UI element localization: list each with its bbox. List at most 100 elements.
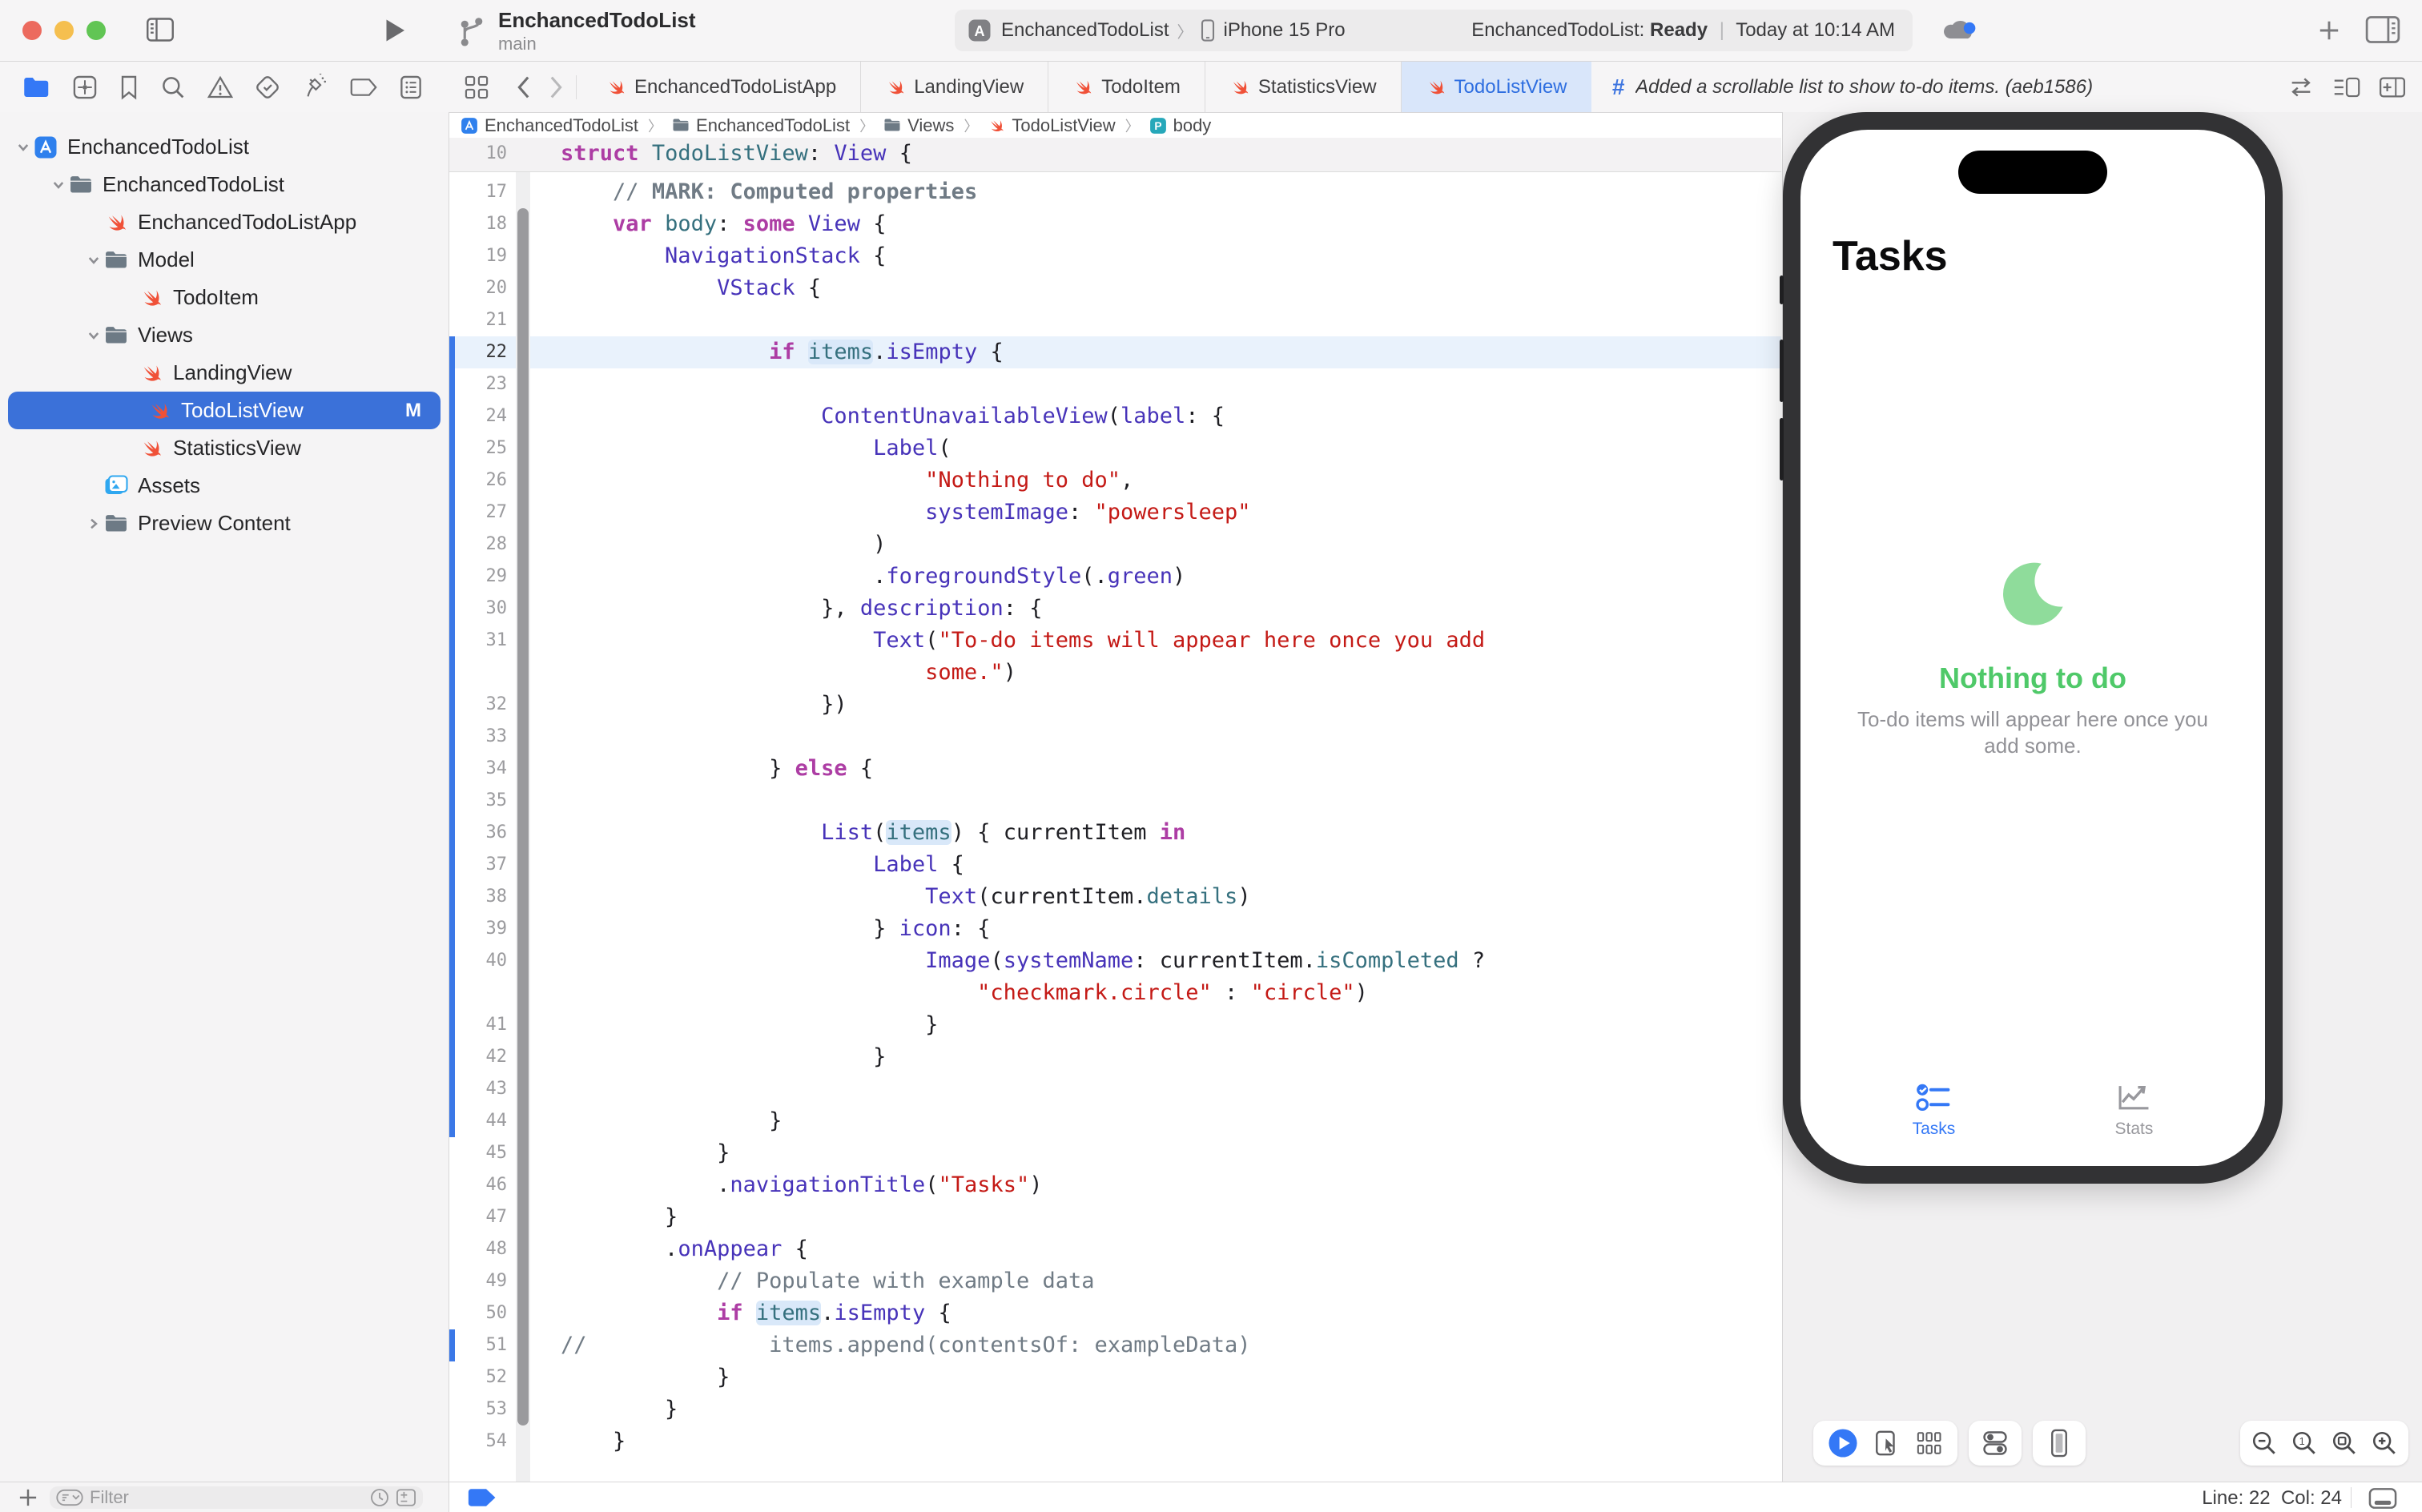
breadcrumb-item-todolistview[interactable]: TodoListView xyxy=(988,115,1115,136)
scheme-name[interactable]: EnchancedTodoList xyxy=(1001,19,1169,42)
source-editor[interactable]: 10struct TodoListView: View { 17 // MARK… xyxy=(449,138,1781,1482)
tests-navigator-icon[interactable] xyxy=(255,74,280,100)
code-line-34[interactable]: 34 } else { xyxy=(449,753,1781,785)
bookmarks-navigator-icon[interactable] xyxy=(119,74,139,100)
code-line-wrap[interactable]: "checkmark.circle" : "circle") xyxy=(449,977,1781,1009)
code-line-40[interactable]: 40 Image(systemName: currentItem.isCompl… xyxy=(449,945,1781,977)
code-line-32[interactable]: 32 }) xyxy=(449,689,1781,721)
add-tab-button[interactable] xyxy=(2316,18,2342,43)
code-line-22[interactable]: 22 if items.isEmpty { xyxy=(449,336,1781,368)
code-line-28[interactable]: 28 ) xyxy=(449,529,1781,561)
sidebar-item-statisticsview[interactable]: StatisticsView xyxy=(0,429,449,467)
sidebar-item-preview-content[interactable]: Preview Content xyxy=(0,505,449,542)
zoom-out-icon[interactable] xyxy=(2251,1430,2278,1457)
sidebar-item-model[interactable]: Model xyxy=(0,241,449,279)
code-line-10[interactable]: 10struct TodoListView: View { xyxy=(449,138,1781,170)
editor-only-layout-icon[interactable] xyxy=(2368,1486,2398,1510)
code-line-33[interactable]: 33 xyxy=(449,721,1781,753)
close-window-button[interactable] xyxy=(22,21,42,40)
debug-navigator-icon[interactable] xyxy=(301,74,328,101)
breadcrumb-item-body[interactable]: Pbody xyxy=(1149,115,1212,136)
sidebar-item-enchancedtodolist[interactable]: EnchancedTodoList xyxy=(0,128,449,166)
breadcrumb-item-views[interactable]: Views xyxy=(883,115,954,136)
code-line-17[interactable]: 17 // MARK: Computed properties xyxy=(449,176,1781,208)
code-line-52[interactable]: 52 } xyxy=(449,1361,1781,1393)
code-line-31[interactable]: 31 Text("To-do items will appear here on… xyxy=(449,625,1781,657)
run-button[interactable] xyxy=(383,17,407,44)
add-file-button[interactable] xyxy=(18,1487,38,1508)
run-destination[interactable]: iPhone 15 Pro xyxy=(1223,19,1345,42)
code-line-wrap[interactable]: some.") xyxy=(449,657,1781,689)
code-line-46[interactable]: 46 .navigationTitle("Tasks") xyxy=(449,1169,1781,1201)
variants-button[interactable] xyxy=(1916,1430,1943,1457)
code-line-38[interactable]: 38 Text(currentItem.details) xyxy=(449,881,1781,913)
code-line-21[interactable]: 21 xyxy=(449,304,1781,336)
code-line-49[interactable]: 49 // Populate with example data xyxy=(449,1265,1781,1297)
disclosure-chevron-icon[interactable] xyxy=(83,253,104,267)
breakpoints-navigator-icon[interactable] xyxy=(349,76,378,99)
code-line-36[interactable]: 36 List(items) { currentItem in xyxy=(449,817,1781,849)
source-control-history-tab[interactable]: # Added a scrollable list to show to-do … xyxy=(1591,74,2287,100)
disclosure-chevron-icon[interactable] xyxy=(83,328,104,343)
preview-device-button[interactable] xyxy=(2033,1421,2086,1466)
project-navigator-icon[interactable] xyxy=(22,75,51,99)
code-line-18[interactable]: 18 var body: some View { xyxy=(449,208,1781,240)
selectable-preview-button[interactable] xyxy=(1874,1430,1900,1457)
code-line-26[interactable]: 26 "Nothing to do", xyxy=(449,464,1781,497)
code-line-23[interactable]: 23 xyxy=(449,368,1781,400)
sidebar-item-enchancedtodolist[interactable]: EnchancedTodoList xyxy=(0,166,449,203)
phone-tab-tasks[interactable]: Tasks xyxy=(1913,1081,1956,1139)
tab-statisticsview[interactable]: StatisticsView xyxy=(1205,62,1402,112)
code-line-19[interactable]: 19 NavigationStack { xyxy=(449,240,1781,272)
source-control-filter-icon[interactable] xyxy=(396,1488,416,1507)
breakpoints-toggle-icon[interactable] xyxy=(466,1487,498,1508)
code-line-44[interactable]: 44 } xyxy=(449,1105,1781,1137)
code-line-41[interactable]: 41 } xyxy=(449,1009,1781,1041)
code-line-53[interactable]: 53 } xyxy=(449,1393,1781,1426)
go-back-icon[interactable] xyxy=(504,74,542,101)
code-line-54[interactable]: 54 } xyxy=(449,1426,1781,1458)
code-line-51[interactable]: 51// items.append(contentsOf: exampleDat… xyxy=(449,1329,1781,1361)
inspector-toggle-icon[interactable] xyxy=(2364,14,2401,45)
code-line-43[interactable]: 43 xyxy=(449,1073,1781,1105)
reports-navigator-icon[interactable] xyxy=(399,74,423,100)
minimize-window-button[interactable] xyxy=(54,21,74,40)
disclosure-chevron-icon[interactable] xyxy=(13,140,34,155)
zoom-window-button[interactable] xyxy=(86,21,106,40)
code-line-24[interactable]: 24 ContentUnavailableView(label: { xyxy=(449,400,1781,432)
find-navigator-icon[interactable] xyxy=(160,74,186,100)
sidebar-item-assets[interactable]: Assets xyxy=(0,467,449,505)
code-line-29[interactable]: 29 .foregroundStyle(.green) xyxy=(449,561,1781,593)
zoom-fit-icon[interactable] xyxy=(2331,1430,2358,1457)
code-line-39[interactable]: 39 } icon: { xyxy=(449,913,1781,945)
code-lines[interactable]: 17 // MARK: Computed properties18 var bo… xyxy=(449,176,1781,1458)
disclosure-chevron-icon[interactable] xyxy=(48,178,69,192)
add-editor-icon[interactable] xyxy=(2379,75,2406,99)
recent-files-icon[interactable] xyxy=(370,1488,389,1507)
cursor-position[interactable]: Line: 22 Col: 24 xyxy=(2202,1487,2342,1510)
sidebar-item-todolistview[interactable]: TodoListViewM xyxy=(8,392,441,429)
jump-bar[interactable]: EnchancedTodoList〉EnchancedTodoList〉View… xyxy=(449,113,1792,138)
code-line-47[interactable]: 47 } xyxy=(449,1201,1781,1233)
swap-editor-icon[interactable] xyxy=(2287,75,2315,99)
device-settings-button[interactable] xyxy=(1969,1421,2022,1466)
breadcrumb-item-enchancedtodolist[interactable]: EnchancedTodoList xyxy=(461,115,638,136)
code-line-25[interactable]: 25 Label( xyxy=(449,432,1781,464)
code-line-45[interactable]: 45 } xyxy=(449,1137,1781,1169)
code-line-20[interactable]: 20 VStack { xyxy=(449,272,1781,304)
toggle-sidebar-icon[interactable] xyxy=(146,16,175,43)
code-line-42[interactable]: 42 } xyxy=(449,1041,1781,1073)
tab-landingview[interactable]: LandingView xyxy=(861,62,1048,112)
disclosure-chevron-icon[interactable] xyxy=(83,517,104,531)
go-forward-icon[interactable] xyxy=(542,74,576,101)
code-line-50[interactable]: 50 if items.isEmpty { xyxy=(449,1297,1781,1329)
zoom-in-icon[interactable] xyxy=(2371,1430,2398,1457)
code-line-27[interactable]: 27 systemImage: "powersleep" xyxy=(449,497,1781,529)
code-line-30[interactable]: 30 }, description: { xyxy=(449,593,1781,625)
filter-field[interactable]: Filter xyxy=(50,1486,423,1509)
zoom-100-icon[interactable]: 1 xyxy=(2291,1430,2318,1457)
tab-todoitem[interactable]: TodoItem xyxy=(1048,62,1205,112)
sidebar-item-todoitem[interactable]: TodoItem xyxy=(0,279,449,316)
sidebar-item-landingview[interactable]: LandingView xyxy=(0,354,449,392)
sidebar-item-views[interactable]: Views xyxy=(0,316,449,354)
